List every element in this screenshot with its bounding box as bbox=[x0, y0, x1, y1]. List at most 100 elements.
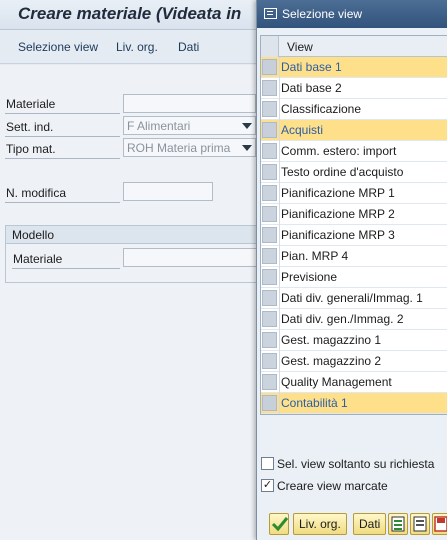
row-separator bbox=[279, 267, 280, 288]
tipo-mat-label: Tipo mat. bbox=[6, 142, 56, 156]
row-separator bbox=[279, 393, 280, 414]
row-select-cell[interactable] bbox=[262, 59, 277, 75]
row-select-cell[interactable] bbox=[262, 185, 277, 201]
row-separator bbox=[279, 120, 280, 141]
row-label: Pian. MRP 4 bbox=[281, 249, 349, 263]
view-table: View Dati base 1 Dati base 2 Classificazio… bbox=[260, 35, 447, 415]
row-select-cell[interactable] bbox=[262, 206, 277, 222]
dati-button[interactable]: Dati bbox=[353, 513, 387, 535]
table-row[interactable]: Dati base 2 bbox=[261, 78, 447, 99]
liv-org-button[interactable]: Liv. org. bbox=[293, 513, 347, 535]
menu-liv-org[interactable]: Liv. org. bbox=[116, 40, 158, 54]
sett-ind-dropdown[interactable]: F Alimentari bbox=[123, 116, 256, 135]
menu-dati[interactable]: Dati bbox=[178, 40, 199, 54]
deselect-all-icon bbox=[413, 516, 427, 532]
dialog-title-bar[interactable]: Selezione view bbox=[257, 0, 447, 28]
tipo-mat-dropdown[interactable]: ROH Materia prima bbox=[123, 138, 256, 157]
table-row[interactable]: Gest. magazzino 1 bbox=[261, 330, 447, 351]
row-label: Gest. magazzino 2 bbox=[281, 354, 382, 368]
row-select-cell[interactable] bbox=[262, 395, 277, 411]
table-row[interactable]: Dati div. gen./Immag. 2 bbox=[261, 309, 447, 330]
creare-view-checkbox[interactable]: ✓ bbox=[261, 479, 274, 492]
row-select-cell[interactable] bbox=[262, 311, 277, 327]
table-row[interactable]: Pianificazione MRP 2 bbox=[261, 204, 447, 225]
row-label: Dati base 2 bbox=[281, 81, 342, 95]
table-row[interactable]: Gest. magazzino 2 bbox=[261, 351, 447, 372]
modello-materiale-underline bbox=[12, 268, 120, 269]
row-separator bbox=[279, 99, 280, 120]
table-row[interactable]: Comm. estero: import bbox=[261, 141, 447, 162]
row-select-cell[interactable] bbox=[262, 374, 277, 390]
table-row[interactable]: Quality Management bbox=[261, 372, 447, 393]
row-separator bbox=[279, 57, 280, 78]
row-select-cell[interactable] bbox=[262, 227, 277, 243]
row-separator bbox=[279, 330, 280, 351]
table-row[interactable]: Classificazione bbox=[261, 99, 447, 120]
menu-selezione-view[interactable]: Selezione view bbox=[18, 40, 98, 54]
row-label: Dati base 1 bbox=[281, 60, 342, 74]
checkmark-icon bbox=[271, 517, 289, 532]
deselect-all-button[interactable] bbox=[410, 513, 430, 535]
materiale-label: Materiale bbox=[6, 97, 56, 111]
row-label: Dati div. generali/Immag. 1 bbox=[281, 291, 423, 305]
creare-view-label: Creare view marcate bbox=[277, 479, 388, 493]
row-select-cell[interactable] bbox=[262, 269, 277, 285]
table-row[interactable]: Pianificazione MRP 3 bbox=[261, 225, 447, 246]
row-label: Previsione bbox=[281, 270, 338, 284]
table-row[interactable]: Pian. MRP 4 bbox=[261, 246, 447, 267]
select-all-button[interactable] bbox=[388, 513, 408, 535]
row-separator bbox=[279, 288, 280, 309]
row-label: Acquisti bbox=[281, 123, 324, 137]
confirm-button[interactable] bbox=[269, 513, 289, 535]
row-label: Gest. magazzino 1 bbox=[281, 333, 382, 347]
row-select-cell[interactable] bbox=[262, 353, 277, 369]
sett-ind-value: F Alimentari bbox=[127, 119, 191, 133]
table-row[interactable]: Pianificazione MRP 1 bbox=[261, 183, 447, 204]
chevron-down-icon[interactable] bbox=[242, 145, 252, 151]
row-label: Comm. estero: import bbox=[281, 144, 397, 158]
sel-view-checkbox[interactable] bbox=[261, 457, 274, 470]
table-header: View bbox=[261, 36, 447, 57]
row-label: Dati div. gen./Immag. 2 bbox=[281, 312, 404, 326]
table-row[interactable]: Testo ordine d'acquisto bbox=[261, 162, 447, 183]
row-label: Classificazione bbox=[281, 102, 362, 116]
row-separator bbox=[279, 309, 280, 330]
window-title: Creare materiale (Videata in bbox=[18, 4, 242, 23]
row-select-cell[interactable] bbox=[262, 101, 277, 117]
modello-materiale-input[interactable] bbox=[123, 248, 263, 267]
materiale-input[interactable] bbox=[123, 94, 256, 113]
row-select-cell[interactable] bbox=[262, 80, 277, 96]
row-select-cell[interactable] bbox=[262, 290, 277, 306]
save-button[interactable] bbox=[432, 513, 447, 535]
modello-materiale-label: Materiale bbox=[13, 252, 63, 266]
n-modifica-input[interactable] bbox=[123, 182, 213, 201]
table-row[interactable]: Acquisti bbox=[261, 120, 447, 141]
select-all-cell[interactable] bbox=[261, 36, 279, 57]
window-icon bbox=[264, 8, 277, 19]
select-all-icon bbox=[391, 516, 405, 532]
chevron-down-icon[interactable] bbox=[242, 123, 252, 129]
table-row[interactable]: Dati div. generali/Immag. 1 bbox=[261, 288, 447, 309]
row-select-cell[interactable] bbox=[262, 122, 277, 138]
row-label: Pianificazione MRP 3 bbox=[281, 228, 395, 242]
dialog-button-bar: Liv. org. Dati bbox=[257, 508, 447, 540]
modello-group-header: Modello bbox=[6, 226, 264, 244]
row-label: Testo ordine d'acquisto bbox=[281, 165, 404, 179]
modello-group: Modello Materiale bbox=[5, 225, 265, 283]
row-separator bbox=[279, 78, 280, 99]
table-row[interactable]: Previsione bbox=[261, 267, 447, 288]
row-separator bbox=[279, 246, 280, 267]
row-select-cell[interactable] bbox=[262, 164, 277, 180]
dialog-title: Selezione view bbox=[282, 7, 363, 21]
row-select-cell[interactable] bbox=[262, 248, 277, 264]
row-separator bbox=[279, 372, 280, 393]
row-select-cell[interactable] bbox=[262, 332, 277, 348]
row-separator bbox=[279, 183, 280, 204]
table-row[interactable]: Contabilità 1 bbox=[261, 393, 447, 414]
tipo-mat-value: ROH Materia prima bbox=[127, 141, 231, 155]
sett-ind-label: Sett. ind. bbox=[6, 120, 54, 134]
table-row[interactable]: Dati base 1 bbox=[261, 57, 447, 78]
row-label: Contabilità 1 bbox=[281, 396, 348, 410]
sel-view-label: Sel. view soltanto su richiesta bbox=[277, 457, 435, 471]
row-select-cell[interactable] bbox=[262, 143, 277, 159]
